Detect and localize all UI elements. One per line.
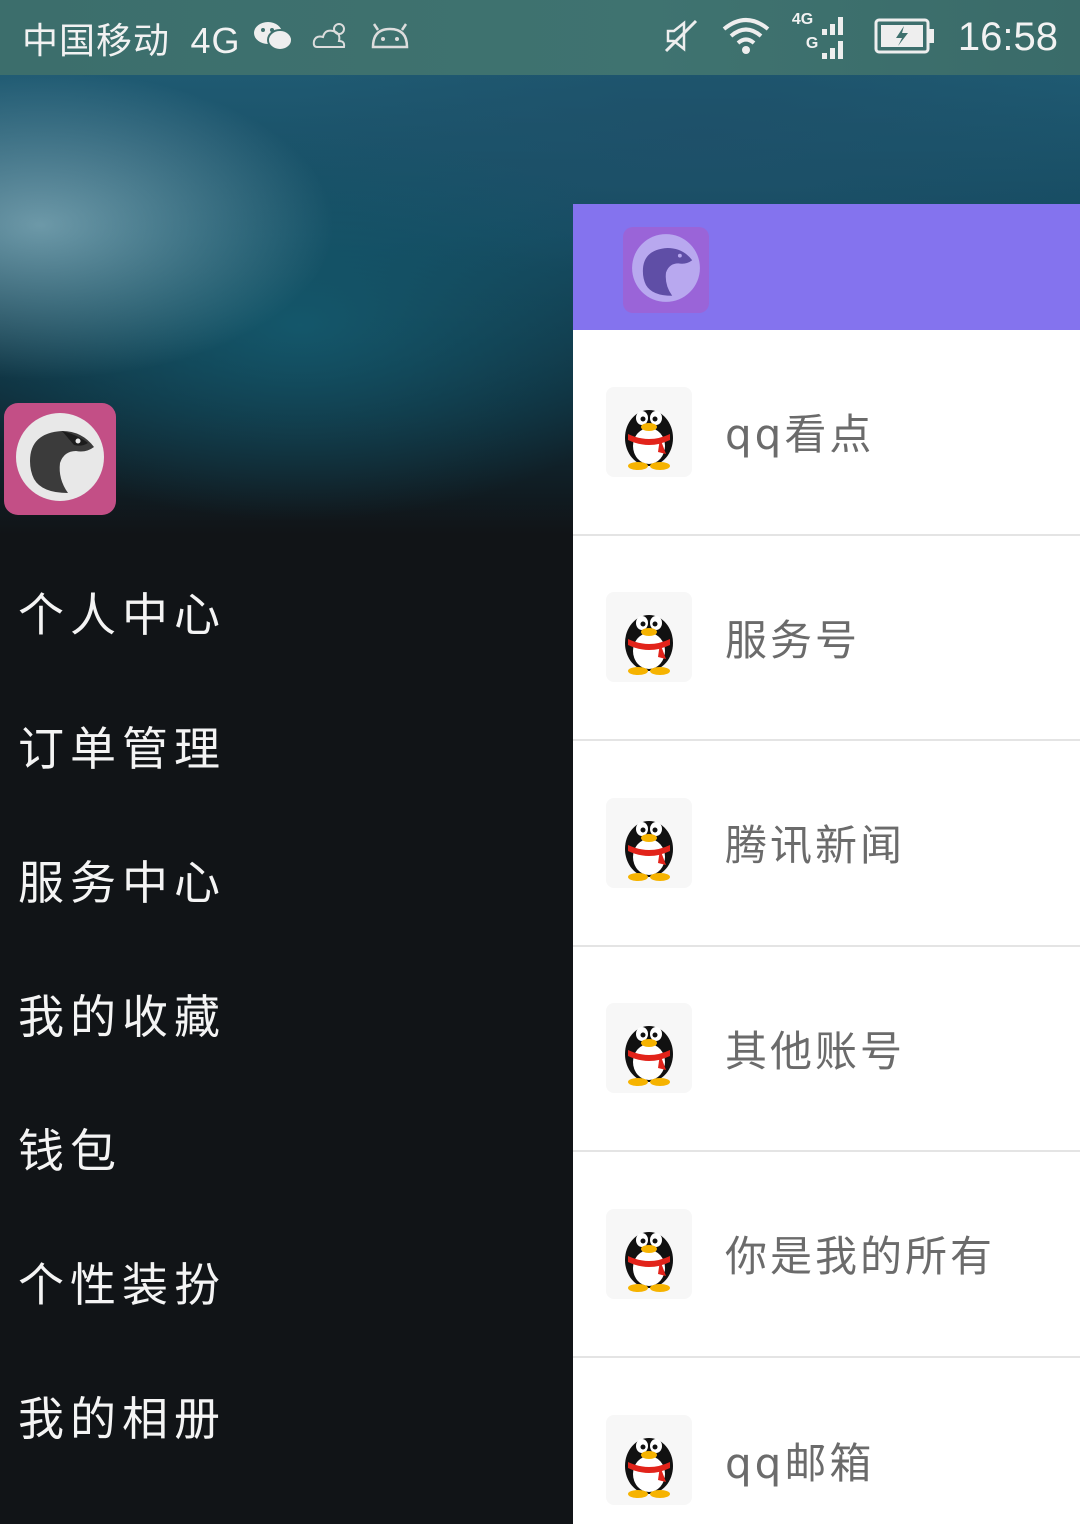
clock: 16:58 [957,15,1058,59]
app-logo[interactable] [4,403,116,515]
menu-item-label: 钱包 [18,1124,122,1178]
qq-penguin-icon [606,1208,692,1299]
android-icon [369,21,411,55]
list-item-label: 你是我的所有 [725,1232,996,1282]
menu-item-personal-center[interactable]: 个人中心 [0,545,573,679]
menu-item-label: 个人中心 [18,588,226,642]
menu-item-label: 个性装扮 [18,1258,226,1312]
panel-header [573,204,1080,330]
list-item-other-accounts[interactable]: 其他账号 [573,947,1080,1152]
mute-icon [662,17,700,59]
battery-charging-icon [874,16,936,60]
header-avatar[interactable] [623,227,709,313]
qq-penguin-icon [606,1003,692,1094]
menu-item-service-center[interactable]: 服务中心 [0,813,573,947]
menu-item-label: 订单管理 [18,722,226,776]
list-item-label: 腾讯新闻 [725,821,906,871]
menu-item-label: 我的相册 [18,1392,226,1446]
ferret-logo-icon [12,409,108,509]
qq-penguin-icon [606,592,692,683]
menu-item-wallet[interactable]: 钱包 [0,1081,573,1215]
list-item-label: qq看点 [725,410,875,460]
list-item-you-are-my-all[interactable]: 你是我的所有 [573,1152,1080,1358]
carrier-label: 中国移动 [22,20,171,62]
list-item-tencent-news[interactable]: 腾讯新闻 [573,741,1080,947]
list-item-label: qq邮箱 [725,1438,875,1488]
menu-item-label: 服务中心 [18,856,226,910]
qq-penguin-icon [606,797,692,888]
list-item-label: 服务号 [725,615,861,665]
qq-penguin-icon [606,1415,692,1506]
list-item-label: 其他账号 [725,1026,906,1076]
ferret-logo-icon [629,231,703,309]
content-panel: qq看点 服务号 腾讯新闻 其他账号 你是我的所有 qq邮箱 [573,204,1080,1524]
wifi-icon [722,17,770,59]
list-item-service-account[interactable]: 服务号 [573,536,1080,741]
wechat-icon [253,19,293,57]
signal-icon: 4G G [792,11,852,63]
menu-item-favorites[interactable]: 我的收藏 [0,947,573,1081]
qq-penguin-icon [606,386,692,477]
menu-item-personalization[interactable]: 个性装扮 [0,1215,573,1349]
weather-cloud-icon [311,19,351,57]
list-item-qq-mail[interactable]: qq邮箱 [573,1358,1080,1524]
menu-item-photo-album[interactable]: 我的相册 [0,1349,573,1483]
network-type: 4G [190,19,241,61]
menu-item-label: 我的收藏 [18,990,226,1044]
carrier-name: 中国移动 4G [22,12,241,64]
drawer-menu: 个人中心 订单管理 服务中心 我的收藏 钱包 个性装扮 我的相册 [0,545,573,1483]
menu-item-order-management[interactable]: 订单管理 [0,679,573,813]
list-item-qq-kandian[interactable]: qq看点 [573,330,1080,536]
navigation-drawer: 个人中心 订单管理 服务中心 我的收藏 钱包 个性装扮 我的相册 [0,75,573,1524]
status-bar: 中国移动 4G 4G G 16:58 [0,0,1080,75]
